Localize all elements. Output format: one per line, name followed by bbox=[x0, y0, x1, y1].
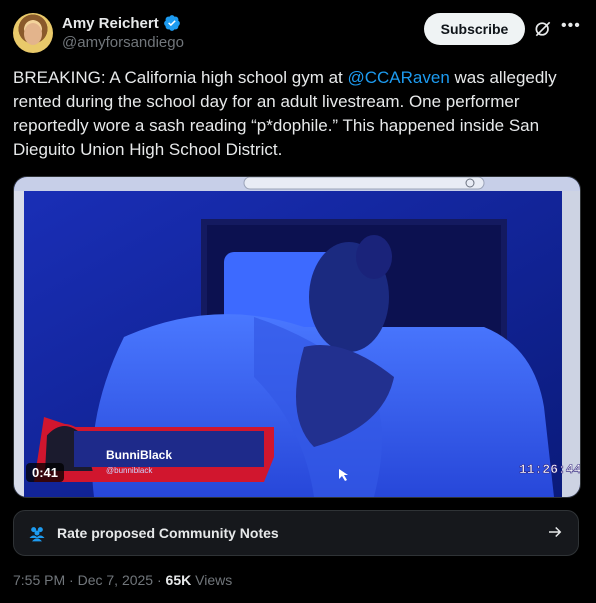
community-notes-button[interactable]: Rate proposed Community Notes bbox=[13, 510, 579, 556]
post-meta: 7:55 PM · Dec 7, 2025 · 65K Views bbox=[13, 572, 232, 588]
people-icon bbox=[29, 527, 45, 542]
arrow-right-icon bbox=[549, 526, 562, 538]
meta-separator: · bbox=[69, 572, 78, 588]
video-player[interactable]: 11:26:44 BunniBlack @bunniblack bbox=[13, 176, 581, 498]
author-handle[interactable]: @amyforsandiego bbox=[62, 34, 184, 51]
overlay-handle: @bunniblack bbox=[106, 466, 153, 475]
overlay-time: 11:26:44 bbox=[519, 462, 580, 477]
video-frame: 11:26:44 BunniBlack @bunniblack bbox=[14, 177, 580, 497]
grok-icon[interactable] bbox=[533, 19, 553, 39]
verified-badge-icon bbox=[163, 15, 180, 31]
views-label: Views bbox=[195, 572, 233, 588]
video-duration: 0:41 bbox=[26, 463, 65, 482]
post-text-part1: BREAKING: A California high school gym a… bbox=[13, 68, 348, 87]
views-count: 65K bbox=[165, 572, 192, 588]
avatar[interactable] bbox=[13, 13, 53, 53]
meta-separator: · bbox=[156, 572, 166, 588]
post-time[interactable]: 7:55 PM bbox=[13, 572, 65, 588]
author-name-row[interactable]: Amy Reichert bbox=[62, 14, 181, 32]
overlay-name: BunniBlack bbox=[106, 448, 172, 462]
author-name[interactable]: Amy Reichert bbox=[62, 15, 159, 32]
post-text: BREAKING: A California high school gym a… bbox=[13, 66, 579, 162]
community-notes-label: Rate proposed Community Notes bbox=[57, 525, 279, 541]
more-icon[interactable]: ••• bbox=[561, 17, 581, 35]
post-date[interactable]: Dec 7, 2025 bbox=[78, 572, 154, 588]
mention-link[interactable]: @CCARaven bbox=[348, 68, 450, 87]
subscribe-button[interactable]: Subscribe bbox=[424, 13, 525, 45]
